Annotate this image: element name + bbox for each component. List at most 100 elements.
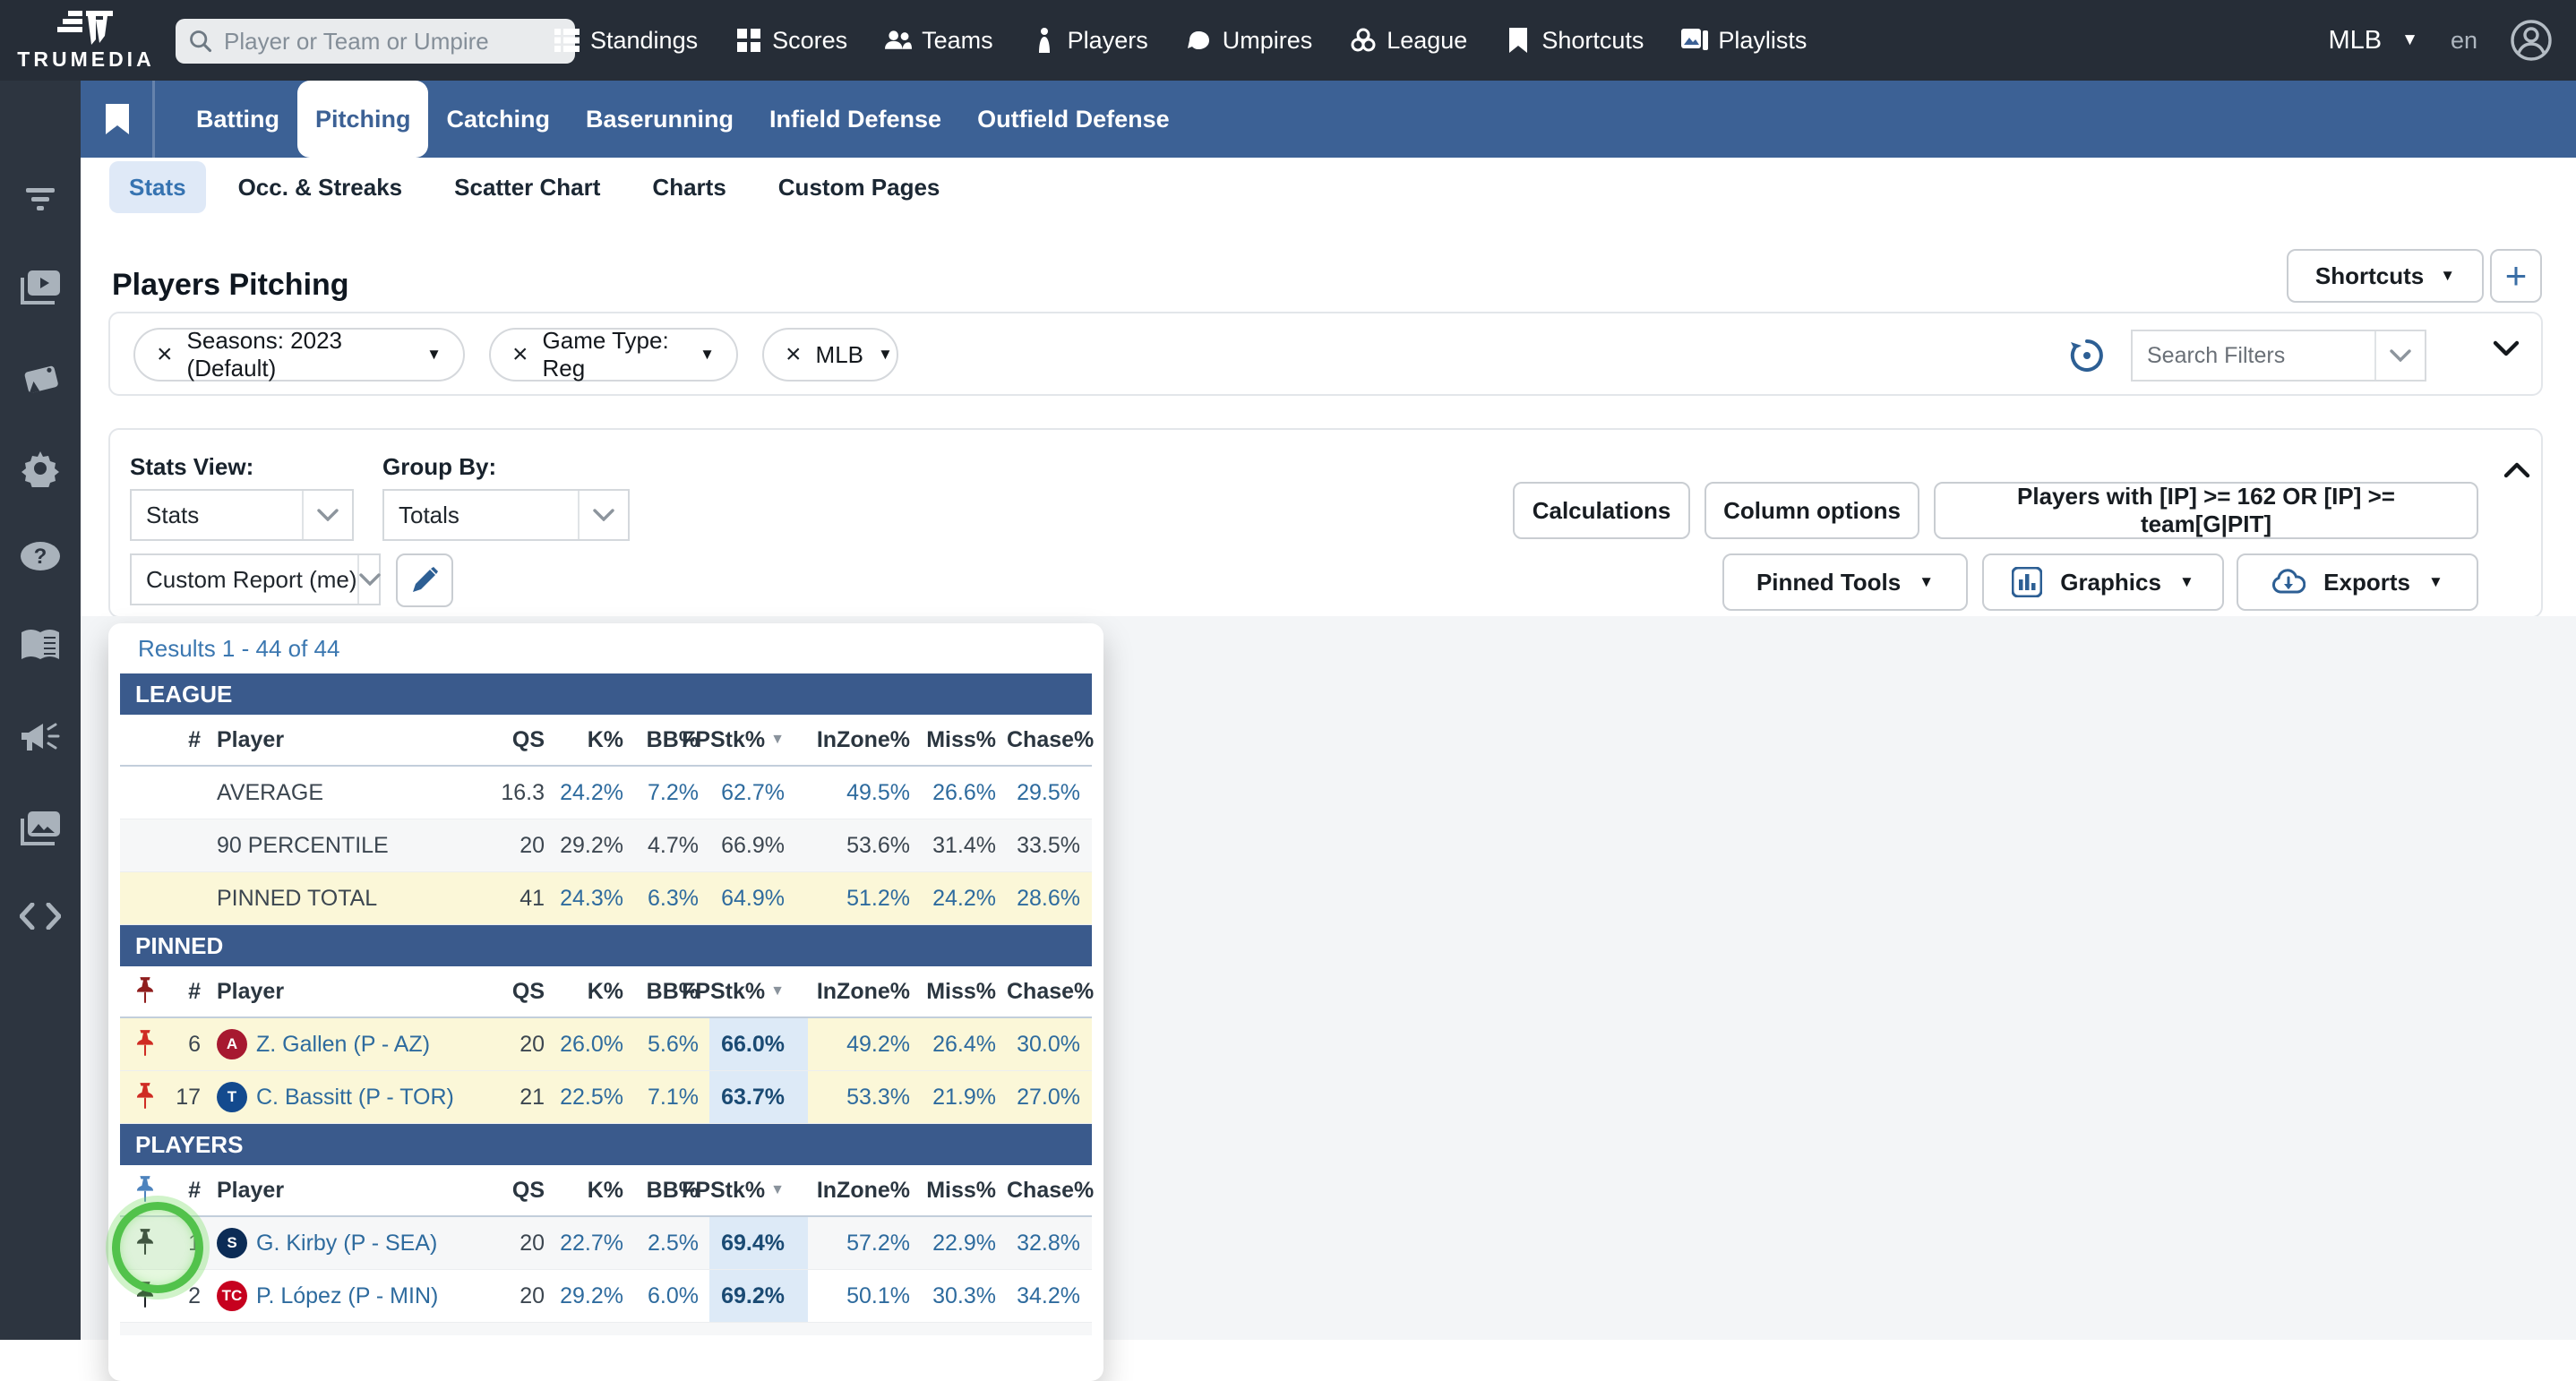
stat-value[interactable]: 29.5% xyxy=(1007,780,1091,806)
subtab-charts[interactable]: Charts xyxy=(632,161,745,213)
stat-value[interactable]: 32.8% xyxy=(1007,1231,1091,1257)
subtab-custom-pages[interactable]: Custom Pages xyxy=(759,161,960,213)
exports-dropdown[interactable]: Exports▼ xyxy=(2237,553,2478,611)
stat-value[interactable]: 64.9% xyxy=(709,886,808,912)
column-header[interactable]: Miss% xyxy=(921,727,1007,753)
pinned-tools-dropdown[interactable]: Pinned Tools▼ xyxy=(1722,553,1968,611)
stat-value-sorted[interactable]: 69.2% xyxy=(709,1270,808,1322)
stat-value[interactable]: 7.2% xyxy=(634,780,709,806)
tab-outfield-defense[interactable]: Outfield Defense xyxy=(959,81,1188,158)
filter-icon[interactable] xyxy=(0,184,81,215)
stat-value[interactable]: 7.1% xyxy=(634,1085,709,1111)
column-header[interactable]: Chase% xyxy=(1007,1178,1091,1204)
nav-standings[interactable]: Standings xyxy=(554,27,698,55)
media-gallery-icon[interactable] xyxy=(0,811,81,845)
column-header-num[interactable]: # xyxy=(170,727,211,753)
stat-value[interactable]: 6.3% xyxy=(634,886,709,912)
column-header-player[interactable]: Player xyxy=(211,1178,480,1204)
stat-value[interactable]: 53.3% xyxy=(808,1085,921,1111)
stat-value[interactable]: 26.6% xyxy=(921,780,1007,806)
nav-playlists[interactable]: Playlists xyxy=(1681,27,1807,55)
tab-batting[interactable]: Batting xyxy=(178,81,297,158)
custom-report-select[interactable]: Custom Report (me) xyxy=(130,553,381,605)
filter-history-icon[interactable] xyxy=(2068,337,2106,374)
stat-value[interactable]: 50.1% xyxy=(808,1283,921,1309)
video-library-icon[interactable] xyxy=(0,270,81,305)
remove-filter-icon[interactable]: × xyxy=(786,341,802,368)
stat-value[interactable]: 51.2% xyxy=(808,886,921,912)
filter-panel-collapse-icon[interactable] xyxy=(2493,340,2520,356)
add-shortcut-button[interactable]: + xyxy=(2490,249,2542,303)
column-header[interactable]: Miss% xyxy=(921,979,1007,1005)
stat-value[interactable]: 62.7% xyxy=(709,780,808,806)
stat-value[interactable]: 27.0% xyxy=(1007,1085,1091,1111)
remove-filter-icon[interactable]: × xyxy=(157,341,173,368)
nav-teams[interactable]: Teams xyxy=(885,27,993,55)
column-header-sorted[interactable]: FPStk%▼ xyxy=(709,1178,808,1204)
column-header[interactable]: InZone% xyxy=(808,727,921,753)
stat-value-sorted[interactable]: 66.0% xyxy=(709,1018,808,1070)
player-filter-expression-button[interactable]: Players with [IP] >= 162 OR [IP] >= team… xyxy=(1934,482,2478,539)
league-selector[interactable]: MLB▼ xyxy=(2329,26,2418,56)
account-avatar-icon[interactable] xyxy=(2510,19,2553,62)
stat-value[interactable]: 22.7% xyxy=(555,1231,634,1257)
graphics-dropdown[interactable]: Graphics▼ xyxy=(1982,553,2224,611)
nav-umpires[interactable]: Umpires xyxy=(1186,27,1313,55)
pin-column-header[interactable] xyxy=(120,966,170,1016)
subtab-stats[interactable]: Stats xyxy=(109,161,206,213)
column-header[interactable]: QS xyxy=(480,727,555,753)
stat-value[interactable]: 29.2% xyxy=(555,1283,634,1309)
announcements-icon[interactable] xyxy=(0,720,81,752)
stat-value[interactable]: 30.3% xyxy=(921,1283,1007,1309)
edit-report-button[interactable] xyxy=(396,553,453,607)
embed-code-icon[interactable] xyxy=(0,903,81,930)
group-by-select[interactable]: Totals xyxy=(382,489,630,541)
column-header-num[interactable]: # xyxy=(170,979,211,1005)
tab-pitching[interactable]: Pitching xyxy=(297,81,429,158)
row-pin-toggle[interactable] xyxy=(120,1018,170,1070)
stat-value[interactable]: 5.6% xyxy=(634,1032,709,1058)
nav-players[interactable]: Players xyxy=(1031,27,1148,55)
stat-value[interactable]: 2.5% xyxy=(634,1231,709,1257)
stat-value[interactable]: 24.3% xyxy=(555,886,634,912)
player-link[interactable]: Z. Gallen (P - AZ) xyxy=(256,1032,430,1058)
column-header[interactable]: QS xyxy=(480,979,555,1005)
stat-value[interactable]: 26.4% xyxy=(921,1032,1007,1058)
stat-value[interactable]: 30.0% xyxy=(1007,1032,1091,1058)
stat-value[interactable]: 24.2% xyxy=(555,780,634,806)
column-header[interactable]: InZone% xyxy=(808,1178,921,1204)
column-header[interactable]: K% xyxy=(555,979,634,1005)
stat-value[interactable]: 24.2% xyxy=(921,886,1007,912)
stats-view-select[interactable]: Stats xyxy=(130,489,354,541)
global-search[interactable] xyxy=(176,19,575,64)
calculations-button[interactable]: Calculations xyxy=(1513,482,1690,539)
filter-chip-game-type[interactable]: ×Game Type: Reg▼ xyxy=(489,328,738,382)
column-header-num[interactable]: # xyxy=(170,1178,211,1204)
stat-value-sorted[interactable]: 69.4% xyxy=(709,1217,808,1269)
stat-value[interactable]: 34.2% xyxy=(1007,1283,1091,1309)
stat-value[interactable]: 6.0% xyxy=(634,1283,709,1309)
column-header-player[interactable]: Player xyxy=(211,979,480,1005)
subtab-occ-streaks[interactable]: Occ. & Streaks xyxy=(219,161,423,213)
global-search-input[interactable] xyxy=(222,27,562,56)
column-header[interactable]: InZone% xyxy=(808,979,921,1005)
column-header-sorted[interactable]: FPStk%▼ xyxy=(709,979,808,1005)
column-header-player[interactable]: Player xyxy=(211,727,480,753)
stat-value[interactable]: 22.9% xyxy=(921,1231,1007,1257)
column-header[interactable]: Chase% xyxy=(1007,727,1091,753)
player-link[interactable]: G. Kirby (P - SEA) xyxy=(256,1231,437,1257)
column-header[interactable]: Chase% xyxy=(1007,979,1091,1005)
stat-value[interactable]: 21.9% xyxy=(921,1085,1007,1111)
stat-value[interactable]: 26.0% xyxy=(555,1032,634,1058)
column-header-sorted[interactable]: FPStk%▼ xyxy=(709,727,808,753)
column-header[interactable]: K% xyxy=(555,727,634,753)
player-link[interactable]: P. López (P - MIN) xyxy=(256,1283,438,1309)
column-header[interactable]: QS xyxy=(480,1178,555,1204)
boards-icon[interactable] xyxy=(0,362,81,396)
language-selector[interactable]: en xyxy=(2451,27,2477,55)
search-filters-input[interactable] xyxy=(2133,342,2374,370)
tab-baserunning[interactable]: Baserunning xyxy=(568,81,751,158)
tab-infield-defense[interactable]: Infield Defense xyxy=(751,81,959,158)
settings-icon[interactable] xyxy=(0,450,81,487)
shortcuts-dropdown-button[interactable]: Shortcuts▼ xyxy=(2287,249,2484,303)
